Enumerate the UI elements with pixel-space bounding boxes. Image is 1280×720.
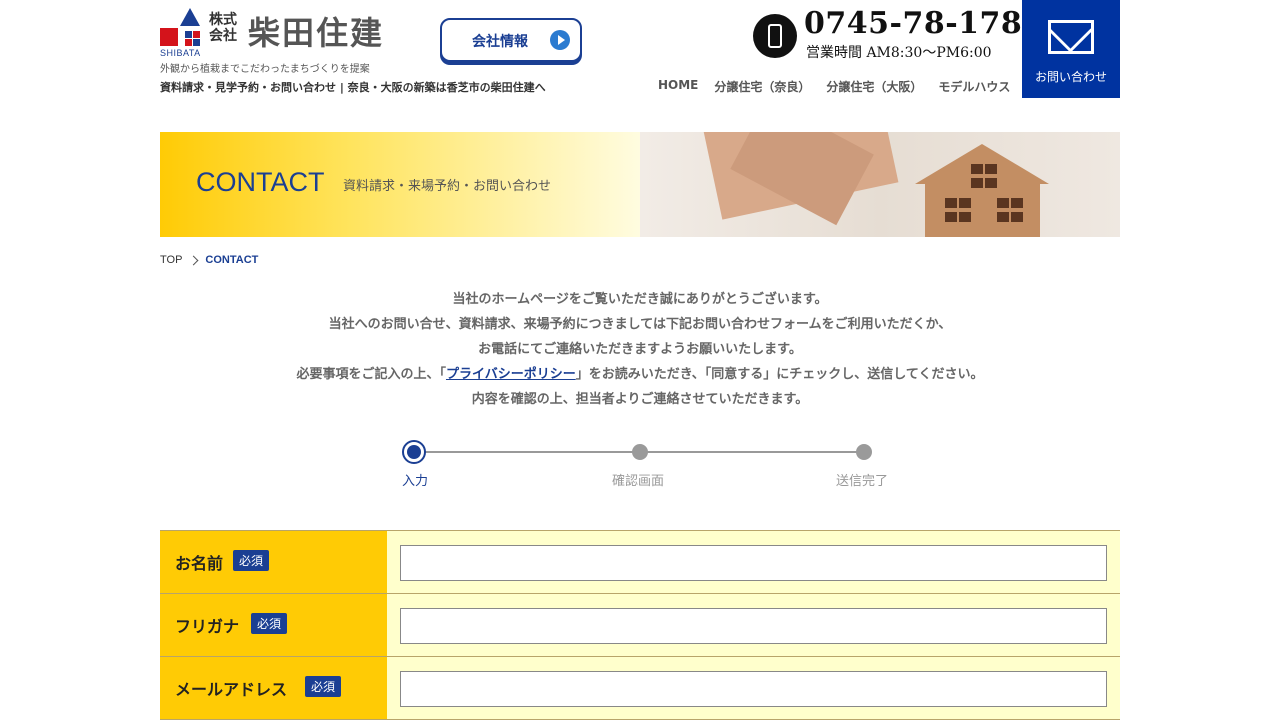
breadcrumb-current: CONTACT: [205, 254, 259, 266]
form-row-name: お名前 必須: [160, 531, 1120, 594]
intro-line-2: 当社へのお問い合せ、資料請求、来場予約につきましては下記お問い合わせフォームをご…: [328, 317, 952, 332]
form-label-cell: メールアドレス 必須: [160, 657, 387, 719]
breadcrumb-top[interactable]: TOP: [160, 254, 182, 266]
contact-button[interactable]: お問い合わせ: [1022, 0, 1120, 98]
logo-en-text: SHIBATA: [160, 48, 201, 58]
email-input[interactable]: [400, 671, 1107, 707]
page-title: CONTACT: [196, 167, 325, 197]
logo[interactable]: SHIBATA 株式会社 柴田住建: [160, 8, 405, 58]
nav-item-nara[interactable]: 分譲住宅（奈良）: [714, 78, 810, 95]
nav-item-home[interactable]: HOME: [658, 78, 698, 95]
form-row-email: メールアドレス 必須: [160, 657, 1120, 720]
form-row-furigana: フリガナ 必須: [160, 594, 1120, 657]
furigana-input[interactable]: [400, 608, 1107, 644]
site-subtitle: 資料請求・見学予約・お問い合わせ | 奈良・大阪の新築は香芝市の柴田住建へ: [160, 81, 546, 94]
form-label-cell: フリガナ 必須: [160, 594, 387, 656]
company-info-label: 会社情報: [472, 34, 528, 50]
contact-button-label: お問い合わせ: [1034, 70, 1107, 84]
intro-line-5: 内容を確認の上、担当者よりご連絡させていただきます。: [471, 392, 809, 407]
field-label-email: メールアドレス: [175, 680, 288, 699]
field-label-name: お名前: [175, 554, 224, 573]
intro-line-4-pre: 必要事項をご記入の上、「: [296, 367, 446, 382]
contact-form: お名前 必須 フリガナ 必須 メールアドレス 必須: [160, 530, 1120, 720]
company-info-button[interactable]: 会社情報: [440, 18, 582, 62]
page: SHIBATA 株式会社 柴田住建 外観から植栽までこだわったまちづくりを提案 …: [160, 0, 1120, 720]
step-dot-icon: [632, 444, 648, 460]
intro-line-3: お電話にてご連絡いただきますようお願いいたします。: [478, 342, 802, 357]
privacy-policy-link[interactable]: プライバシーポリシー: [446, 367, 576, 382]
intro-text: 当社のホームページをご覧いただき誠にありがとうございます。 当社へのお問い合せ、…: [160, 287, 1120, 412]
banner-image: [640, 132, 1120, 237]
intro-line-4-post: 」をお読みいただき、「同意する」にチェックし、送信してください。: [575, 367, 984, 382]
form-label-cell: お名前 必須: [160, 531, 387, 593]
step-label: 確認画面: [612, 474, 665, 489]
form-field-cell: [387, 531, 1120, 593]
breadcrumb: TOP CONTACT: [160, 254, 258, 266]
smartphone-icon: [753, 14, 797, 58]
wooden-house-image: [915, 144, 1050, 237]
page-subtitle: 資料請求・来場予約・お問い合わせ: [343, 179, 552, 194]
step-label: 入力: [402, 474, 429, 489]
envelope-image: [701, 132, 899, 220]
phone-number[interactable]: 0745-78-1788: [804, 6, 1044, 41]
banner-text-area: CONTACT 資料請求・来場予約・お問い合わせ: [160, 132, 640, 237]
nav-item-osaka[interactable]: 分譲住宅（大阪）: [826, 78, 922, 95]
form-field-cell: [387, 657, 1120, 719]
progress-steps: 入力 確認画面 送信完了: [400, 440, 888, 490]
global-nav: HOME 分譲住宅（奈良） 分譲住宅（大阪） モデルハウス: [658, 78, 1010, 95]
business-hours: 営業時間 AM8:30～PM6:00: [806, 45, 992, 61]
intro-line-4: 必要事項をご記入の上、「プライバシーポリシー」をお読みいただき、「同意する」にチ…: [160, 362, 1120, 387]
step-dot-icon: [856, 444, 872, 460]
logo-company-name: 柴田住建: [248, 14, 385, 52]
mail-icon: [1048, 20, 1094, 54]
nav-item-modelhouse[interactable]: モデルハウス: [938, 78, 1010, 95]
page-banner: CONTACT 資料請求・来場予約・お問い合わせ: [160, 132, 1120, 237]
field-label-furigana: フリガナ: [175, 617, 240, 636]
step-label: 送信完了: [836, 474, 889, 489]
intro-line-1: 当社のホームページをご覧いただき誠にありがとうございます。: [452, 292, 828, 307]
step-active-dot-icon: [402, 440, 426, 464]
chevron-right-icon: [188, 255, 199, 265]
required-badge: 必須: [305, 676, 342, 697]
play-circle-icon: [550, 30, 570, 50]
form-field-cell: [387, 594, 1120, 656]
tagline: 外観から植栽までこだわったまちづくりを提案: [160, 64, 370, 75]
required-badge: 必須: [233, 550, 270, 571]
required-badge: 必須: [251, 613, 288, 634]
logo-kaisha-text: 株式会社: [209, 12, 237, 44]
logo-mark-icon: SHIBATA: [160, 8, 200, 58]
name-input[interactable]: [400, 545, 1107, 581]
